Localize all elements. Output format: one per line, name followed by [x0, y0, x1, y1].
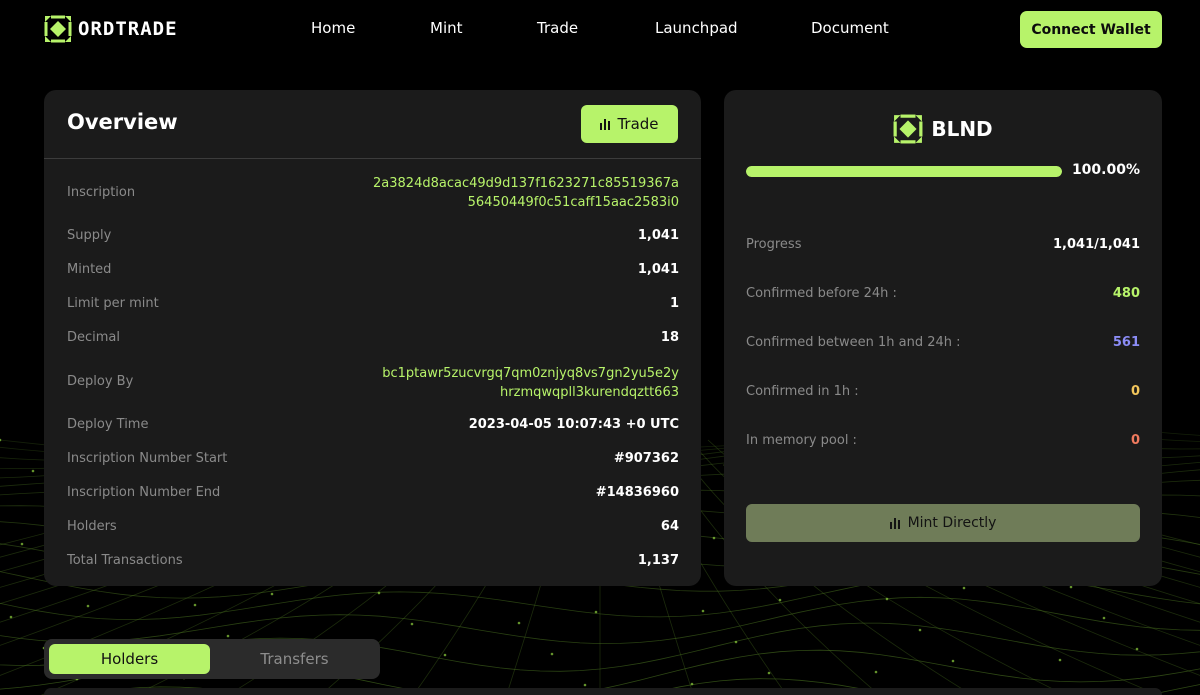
bar-chart-icon: [889, 517, 900, 529]
top-navigation: ORDTRADE Home Mint Trade Launchpad Docum…: [0, 0, 1200, 60]
mint-progress-bar: [746, 166, 1062, 177]
stat-label-progress: Progress: [746, 237, 802, 252]
row-value-holders: 64: [660, 519, 679, 534]
row-value-inscription-number-start: #907362: [613, 451, 679, 466]
trade-button-label: Trade: [617, 115, 659, 133]
row-value-limit-per-mint: 1: [669, 296, 679, 311]
overview-title: Overview: [67, 110, 178, 134]
stat-value-progress: 1,041/1,041: [1053, 237, 1140, 252]
tab-holders[interactable]: Holders: [49, 644, 210, 674]
mint-directly-button[interactable]: Mint Directly: [746, 504, 1140, 542]
overview-card: Overview Trade Inscription 2a3824d8acac4…: [44, 90, 701, 586]
nav-home[interactable]: Home: [311, 19, 355, 37]
nav-mint[interactable]: Mint: [430, 19, 463, 37]
row-label-holders: Holders: [67, 519, 117, 534]
stat-label-confirmed-in-1h: Confirmed in 1h :: [746, 384, 859, 399]
ordtrade-logo-icon: [44, 15, 72, 43]
overview-divider: [44, 158, 701, 159]
mint-progress-percent: 100.00%: [1071, 162, 1140, 178]
row-value-total-transactions: 1,137: [637, 553, 679, 568]
stat-label-confirmed-before-24h: Confirmed before 24h :: [746, 286, 897, 301]
row-label-total-transactions: Total Transactions: [67, 553, 183, 568]
stat-value-confirmed-in-1h: 0: [1130, 384, 1140, 399]
row-label-supply: Supply: [67, 228, 112, 243]
row-label-inscription: Inscription: [67, 185, 136, 200]
row-label-deploy-time: Deploy Time: [67, 417, 149, 432]
row-value-minted: 1,041: [637, 262, 679, 277]
row-value-inscription-number-end: #14836960: [595, 485, 679, 500]
token-name: BLND: [931, 117, 993, 141]
brand-name: ORDTRADE: [78, 18, 178, 40]
row-value-deploy-by[interactable]: bc1ptawr5zucvrgq7qm0znjyq8vs7gn2yu5e2y h…: [382, 364, 679, 402]
row-label-deploy-by: Deploy By: [67, 374, 134, 389]
connect-wallet-button[interactable]: Connect Wallet: [1020, 11, 1162, 48]
token-mint-card: BLND 100.00% Progress 1,041/1,041 Confir…: [724, 90, 1162, 586]
table-panel-top: [44, 688, 1162, 695]
stat-value-confirmed-before-24h: 480: [1112, 286, 1140, 301]
stat-label-confirmed-between-1h-24h: Confirmed between 1h and 24h :: [746, 335, 961, 350]
brand-logo[interactable]: ORDTRADE: [44, 15, 178, 43]
row-value-deploy-time: 2023-04-05 10:07:43 +0 UTC: [468, 417, 679, 432]
holders-transfers-tabs: Holders Transfers: [44, 639, 380, 679]
row-value-inscription[interactable]: 2a3824d8acac49d9d137f1623271c85519367a 5…: [373, 174, 679, 212]
stat-value-confirmed-between-1h-24h: 561: [1112, 335, 1140, 350]
token-header: BLND: [724, 114, 1162, 144]
nav-trade[interactable]: Trade: [537, 19, 578, 37]
row-label-decimal: Decimal: [67, 330, 121, 345]
deploy-address-line2: hrzmqwqpll3kurendqztt663: [500, 385, 679, 400]
row-value-supply: 1,041: [637, 228, 679, 243]
row-label-inscription-number-start: Inscription Number Start: [67, 451, 228, 466]
bar-chart-icon: [600, 118, 611, 130]
row-label-inscription-number-end: Inscription Number End: [67, 485, 221, 500]
mint-directly-label: Mint Directly: [907, 515, 997, 531]
mint-progress-fill: [746, 166, 1062, 177]
row-label-limit-per-mint: Limit per mint: [67, 296, 159, 311]
inscription-id-line1: 2a3824d8acac49d9d137f1623271c85519367a: [373, 176, 679, 191]
tab-transfers[interactable]: Transfers: [214, 644, 375, 674]
row-value-decimal: 18: [660, 330, 679, 345]
stat-label-in-memory-pool: In memory pool :: [746, 433, 857, 448]
stat-value-in-memory-pool: 0: [1130, 433, 1140, 448]
deploy-address-line1: bc1ptawr5zucvrgq7qm0znjyq8vs7gn2yu5e2y: [382, 366, 679, 381]
trade-button[interactable]: Trade: [581, 105, 678, 143]
row-label-minted: Minted: [67, 262, 112, 277]
nav-document[interactable]: Document: [811, 19, 889, 37]
token-logo-icon: [893, 114, 924, 144]
nav-launchpad[interactable]: Launchpad: [655, 19, 738, 37]
inscription-id-line2: 56450449f0c51caff15aac2583i0: [467, 195, 679, 210]
